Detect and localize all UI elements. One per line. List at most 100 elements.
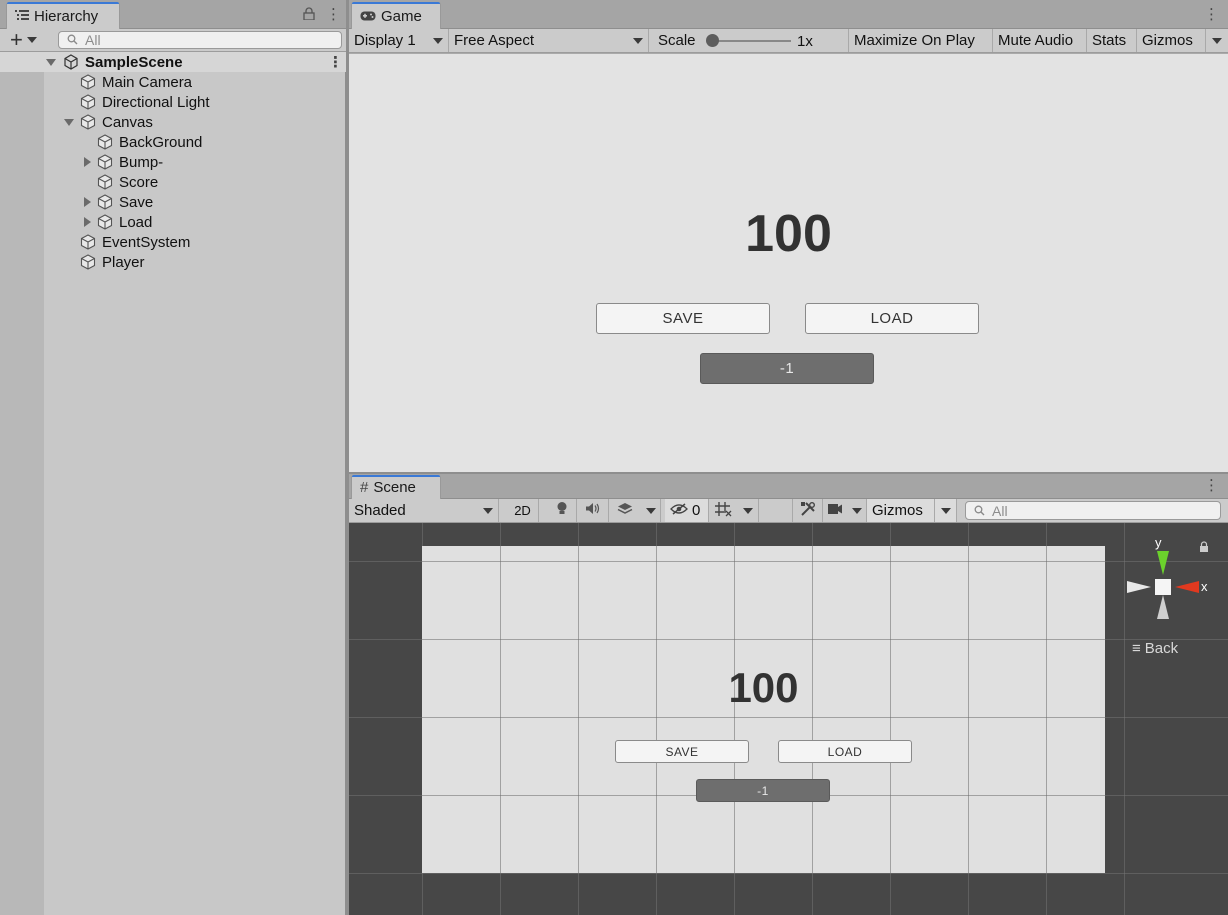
scale-value: 1x [797, 33, 813, 50]
hierarchy-item-directional-light[interactable]: Directional Light [0, 92, 346, 112]
scene-save-button[interactable]: SAVE [615, 740, 749, 763]
menu-lines-icon: ≡ [1132, 640, 1141, 657]
lock-icon[interactable] [303, 7, 315, 24]
scene-menu-icon[interactable]: ⋮ [328, 55, 343, 70]
camera-settings-button[interactable] [823, 499, 847, 522]
hierarchy-item-score[interactable]: Score [0, 172, 346, 192]
scene-canvas-rect[interactable]: 100 SAVE LOAD -1 [422, 546, 1105, 873]
search-icon [67, 32, 80, 48]
scale-control: Scale 1x [649, 29, 849, 52]
view-projection-toggle[interactable]: ≡ Back [1132, 640, 1178, 657]
game-load-button[interactable]: LOAD [805, 303, 979, 334]
effects-toggle[interactable] [609, 499, 641, 522]
grid-dropdown[interactable] [737, 499, 759, 522]
camera-icon [827, 502, 843, 519]
hierarchy-search-input[interactable] [85, 32, 341, 48]
lighting-toggle[interactable] [547, 499, 577, 522]
gizmos-dropdown[interactable] [1206, 29, 1228, 52]
camera-dropdown[interactable] [847, 499, 867, 522]
hierarchy-item-main-camera[interactable]: Main Camera [0, 72, 346, 92]
hierarchy-item-player[interactable]: Player [0, 252, 346, 272]
tab-game[interactable]: Game [351, 2, 441, 29]
lightbulb-icon [556, 501, 568, 520]
scene-menu-icon[interactable]: ⋮ [1204, 478, 1219, 493]
game-tabbar: Game ⋮ [349, 0, 1228, 29]
shading-label: Shaded [354, 502, 406, 519]
audio-toggle[interactable] [577, 499, 609, 522]
game-view[interactable]: 100 SAVE LOAD -1 [349, 53, 1228, 472]
stats-label: Stats [1092, 32, 1127, 49]
hierarchy-item-label: EventSystem [102, 233, 191, 251]
hierarchy-item-eventsystem[interactable]: EventSystem [0, 232, 346, 252]
hierarchy-item-canvas[interactable]: Canvas [0, 112, 346, 132]
expand-arrow-icon[interactable] [82, 197, 92, 207]
scene-minus-button[interactable]: -1 [696, 779, 830, 802]
hierarchy-list-icon [15, 8, 29, 25]
axis-gizmo-icon[interactable] [1123, 549, 1203, 625]
scene-score-text: 100 [728, 664, 799, 711]
chevron-down-icon [483, 507, 493, 514]
aspect-dropdown[interactable]: Free Aspect [449, 29, 649, 52]
hierarchy-item-bump[interactable]: Bump- [0, 152, 346, 172]
tab-hierarchy-label: Hierarchy [34, 7, 99, 25]
gizmo-view-label: Back [1144, 640, 1179, 657]
hierarchy-item-save[interactable]: Save [0, 192, 346, 212]
chevron-down-icon [433, 37, 443, 44]
scale-slider-track[interactable] [711, 40, 791, 42]
maximize-on-play-toggle[interactable]: Maximize On Play [849, 29, 993, 52]
2d-mode-toggle[interactable]: 2D [507, 499, 539, 522]
scene-grid-line [349, 873, 1228, 874]
stats-toggle[interactable]: Stats [1087, 29, 1137, 52]
game-score-text: 100 [745, 205, 832, 263]
grid-toggle[interactable] [709, 499, 737, 522]
hierarchy-search-field[interactable] [58, 31, 342, 49]
game-toolbar: Display 1 Free Aspect Scale 1x Maximize … [349, 29, 1228, 53]
tools-icon [800, 501, 816, 521]
scene-search-field[interactable] [965, 501, 1221, 520]
tab-hierarchy[interactable]: Hierarchy [6, 2, 120, 29]
mute-audio-toggle[interactable]: Mute Audio [993, 29, 1087, 52]
add-object-button[interactable]: + [10, 29, 37, 51]
gizmo-lock-icon[interactable] [1199, 539, 1209, 556]
hierarchy-menu-icon[interactable]: ⋮ [326, 7, 341, 22]
expand-arrow-icon[interactable] [82, 217, 92, 227]
shading-mode-dropdown[interactable]: Shaded [349, 499, 499, 522]
hierarchy-item-label: Canvas [102, 113, 153, 131]
gameobject-cube-icon [80, 94, 96, 110]
gameobject-cube-icon [97, 194, 113, 210]
expand-arrow-icon[interactable] [64, 118, 74, 126]
hierarchy-item-label: Player [102, 253, 145, 271]
hierarchy-item-label: Bump- [119, 153, 164, 171]
gizmos-toggle[interactable]: Gizmos [1137, 29, 1206, 52]
game-save-button[interactable]: SAVE [596, 303, 770, 334]
scene-toolbar: Shaded 2D 0 Gizmos [349, 499, 1228, 523]
game-menu-icon[interactable]: ⋮ [1204, 7, 1219, 22]
scene-load-button[interactable]: LOAD [778, 740, 912, 763]
speaker-icon [585, 502, 601, 519]
hierarchy-item-background[interactable]: BackGround [0, 132, 346, 152]
gizmo-y-label: y [1155, 535, 1162, 550]
gameobject-cube-icon [80, 234, 96, 250]
scale-slider-thumb[interactable] [706, 34, 719, 47]
effects-dropdown[interactable] [641, 499, 661, 522]
scene-gizmos-toggle[interactable]: Gizmos [867, 499, 935, 522]
2d-label: 2D [514, 503, 531, 518]
game-minus-button[interactable]: -1 [700, 353, 874, 384]
expand-arrow-icon[interactable] [82, 157, 92, 167]
scene-gizmos-dropdown[interactable] [935, 499, 957, 522]
gameobject-cube-icon [97, 154, 113, 170]
scene-tabbar: # Scene ⋮ [349, 474, 1228, 499]
expand-arrow-icon[interactable] [46, 58, 56, 66]
tab-scene[interactable]: # Scene [351, 475, 441, 499]
display-dropdown[interactable]: Display 1 [349, 29, 449, 52]
chevron-down-icon [633, 37, 643, 44]
hidden-objects-toggle[interactable]: 0 [665, 499, 709, 522]
canvas-grid-line [422, 717, 1105, 718]
scene-search-input[interactable] [992, 502, 1220, 519]
scene-row[interactable]: SampleScene ⋮ [0, 52, 346, 72]
scene-view[interactable]: 100 SAVE LOAD -1 y x ≡ Back [349, 523, 1228, 915]
hierarchy-item-load[interactable]: Load [0, 212, 346, 232]
hierarchy-toolbar: + [0, 29, 346, 52]
tools-toggle[interactable] [793, 499, 823, 522]
tab-scene-label: Scene [373, 479, 416, 496]
